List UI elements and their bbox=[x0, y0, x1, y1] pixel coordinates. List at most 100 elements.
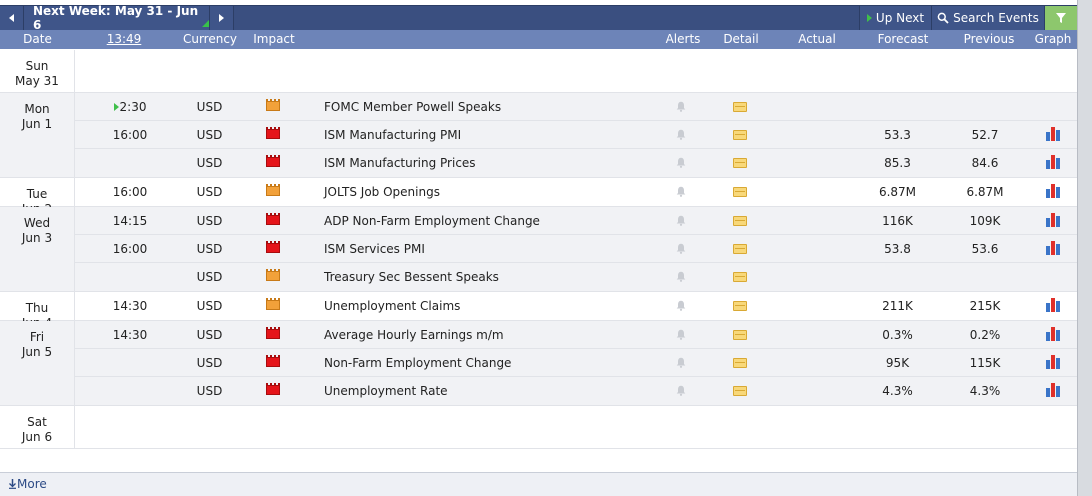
event-row[interactable]: USD Unemployment Rate 4.3% 4.3% bbox=[75, 377, 1077, 405]
alert-cell[interactable] bbox=[673, 178, 689, 206]
alert-cell[interactable] bbox=[673, 263, 689, 291]
impact-cell bbox=[266, 178, 280, 206]
event-name[interactable]: Unemployment Rate bbox=[324, 377, 664, 405]
event-name[interactable]: JOLTS Job Openings bbox=[324, 178, 664, 206]
event-row[interactable]: USD ISM Manufacturing Prices 85.3 84.6 bbox=[75, 149, 1077, 177]
event-row[interactable]: 16:00 USD ISM Services PMI 53.8 53.6 bbox=[75, 235, 1077, 263]
detail-cell[interactable] bbox=[733, 235, 749, 263]
day-date: Jun 1 bbox=[21, 117, 53, 131]
detail-cell[interactable] bbox=[733, 321, 749, 349]
graph-cell[interactable] bbox=[1046, 321, 1062, 349]
day-cell: TueJun 2 bbox=[0, 178, 75, 216]
event-row[interactable]: 16:00 USD ISM Manufacturing PMI 53.3 52.7 bbox=[75, 121, 1077, 149]
bar-chart-icon bbox=[1046, 184, 1062, 198]
event-name[interactable]: ISM Services PMI bbox=[324, 235, 664, 263]
detail-cell[interactable] bbox=[733, 349, 749, 377]
event-row[interactable]: 14:30 USD Unemployment Claims 211K 215K bbox=[75, 292, 1077, 320]
event-currency: USD bbox=[196, 100, 223, 114]
bar-chart-icon bbox=[1046, 298, 1062, 312]
event-forecast: 85.3 bbox=[884, 156, 911, 170]
alert-cell[interactable] bbox=[673, 121, 689, 149]
event-time: 14:15 bbox=[75, 207, 185, 235]
bell-icon bbox=[676, 300, 686, 311]
medium-impact-icon bbox=[266, 99, 280, 111]
current-week-marker-icon bbox=[202, 20, 209, 27]
empty-day-row bbox=[75, 406, 1077, 448]
day-date: Jun 3 bbox=[21, 231, 53, 245]
event-name[interactable]: ISM Manufacturing PMI bbox=[324, 121, 664, 149]
event-row[interactable]: USD Non-Farm Employment Change 95K 115K bbox=[75, 349, 1077, 377]
previous-week-button[interactable] bbox=[0, 6, 24, 30]
detail-cell[interactable] bbox=[733, 121, 749, 149]
bar-chart-icon bbox=[1046, 241, 1062, 255]
graph-cell[interactable] bbox=[1046, 121, 1062, 149]
event-name[interactable]: FOMC Member Powell Speaks bbox=[324, 93, 664, 121]
event-currency: USD bbox=[196, 185, 223, 199]
graph-cell[interactable] bbox=[1046, 178, 1062, 206]
detail-cell[interactable] bbox=[733, 377, 749, 405]
alert-cell[interactable] bbox=[673, 349, 689, 377]
alert-cell[interactable] bbox=[673, 292, 689, 320]
day-date: Jun 6 bbox=[21, 430, 53, 444]
event-name[interactable]: Non-Farm Employment Change bbox=[324, 349, 664, 377]
more-link[interactable]: More bbox=[8, 477, 47, 491]
event-row[interactable]: 14:30 USD Average Hourly Earnings m/m 0.3% 0… bbox=[75, 321, 1077, 349]
detail-cell[interactable] bbox=[733, 93, 749, 121]
graph-cell[interactable] bbox=[1046, 292, 1062, 320]
day-cell: Sat Jun 6 bbox=[0, 406, 75, 448]
event-previous bbox=[950, 263, 1020, 291]
event-name[interactable]: ISM Manufacturing Prices bbox=[324, 149, 664, 177]
folder-icon bbox=[733, 301, 747, 311]
event-forecast: 0.3% bbox=[882, 328, 913, 342]
event-time bbox=[75, 377, 185, 405]
folder-icon bbox=[733, 187, 747, 197]
more-label: More bbox=[17, 477, 47, 491]
event-time bbox=[75, 263, 185, 291]
event-previous: 6.87M bbox=[966, 185, 1004, 199]
detail-cell[interactable] bbox=[733, 207, 749, 235]
next-week-button[interactable] bbox=[210, 6, 234, 30]
search-events-button[interactable]: Search Events bbox=[931, 6, 1044, 30]
event-time: 14:30 bbox=[75, 321, 185, 349]
alert-cell[interactable] bbox=[673, 377, 689, 405]
graph-cell[interactable] bbox=[1046, 377, 1062, 405]
detail-cell[interactable] bbox=[733, 263, 749, 291]
alert-cell[interactable] bbox=[673, 93, 689, 121]
day-weekday: Tue bbox=[26, 187, 48, 201]
graph-cell[interactable] bbox=[1046, 149, 1062, 177]
folder-icon bbox=[733, 272, 747, 282]
detail-cell[interactable] bbox=[733, 149, 749, 177]
column-graph: Graph bbox=[1034, 32, 1072, 46]
alert-cell[interactable] bbox=[673, 235, 689, 263]
bar-chart-icon bbox=[1046, 127, 1062, 141]
filter-button[interactable] bbox=[1044, 6, 1077, 30]
detail-cell[interactable] bbox=[733, 178, 749, 206]
event-previous: 52.7 bbox=[971, 128, 999, 142]
event-name[interactable]: Treasury Sec Bessent Speaks bbox=[324, 263, 664, 291]
impact-cell bbox=[266, 377, 280, 405]
graph-cell[interactable] bbox=[1046, 207, 1062, 235]
event-row[interactable]: USD Treasury Sec Bessent Speaks bbox=[75, 263, 1077, 291]
graph-cell[interactable] bbox=[1046, 349, 1062, 377]
day-cell: Mon Jun 1 bbox=[0, 93, 75, 177]
day-cell: Wed Jun 3 bbox=[0, 207, 75, 291]
detail-cell[interactable] bbox=[733, 292, 749, 320]
column-actual: Actual bbox=[798, 32, 836, 46]
week-label[interactable]: Next Week: May 31 - Jun 6 bbox=[24, 4, 210, 32]
alert-cell[interactable] bbox=[673, 207, 689, 235]
event-row[interactable]: 2:30 USD FOMC Member Powell Speaks bbox=[75, 93, 1077, 121]
event-name[interactable]: ADP Non-Farm Employment Change bbox=[324, 207, 664, 235]
column-time-clock[interactable]: 13:49 bbox=[94, 30, 154, 49]
event-row[interactable]: 16:00 USD JOLTS Job Openings 6.87M 6.87M bbox=[75, 178, 1077, 206]
event-time-text: 14:15 bbox=[112, 214, 148, 228]
up-next-button[interactable]: Up Next bbox=[859, 6, 931, 30]
event-forecast bbox=[865, 93, 930, 121]
event-name[interactable]: Average Hourly Earnings m/m bbox=[324, 321, 664, 349]
alert-cell[interactable] bbox=[673, 321, 689, 349]
event-name[interactable]: Unemployment Claims bbox=[324, 292, 664, 320]
graph-cell[interactable] bbox=[1046, 235, 1062, 263]
event-forecast: 6.87M bbox=[878, 185, 917, 199]
event-currency: USD bbox=[196, 328, 223, 342]
event-row[interactable]: 14:15 USD ADP Non-Farm Employment Change 11… bbox=[75, 207, 1077, 235]
alert-cell[interactable] bbox=[673, 149, 689, 177]
